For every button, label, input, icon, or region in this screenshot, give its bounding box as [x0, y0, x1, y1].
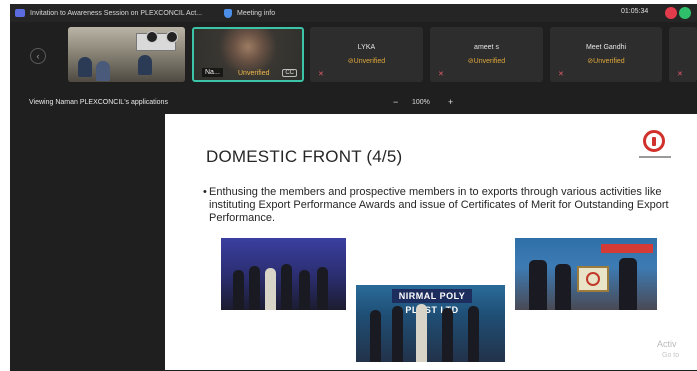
mic-off-icon: ✕	[438, 71, 444, 78]
participant-status: ⊘Unverified	[587, 58, 625, 65]
slide-bullet: • Enthusing the members and prospective …	[203, 186, 669, 225]
participant-status: ⊘Unverified	[347, 58, 386, 65]
camera-icon[interactable]	[146, 31, 158, 43]
title-bar: Invitation to Awareness Session on PLEXC…	[10, 4, 697, 22]
participant-status: Unverified	[238, 70, 270, 77]
zoom-in-button[interactable]: +	[448, 97, 453, 107]
photo-person	[265, 268, 276, 310]
participant-tile-lyka[interactable]: LYKA ⊘Unverified ✕	[310, 27, 423, 82]
photo-person	[281, 264, 292, 310]
photo-person	[392, 306, 403, 362]
certificate-seal	[586, 272, 600, 286]
bullet-mark: •	[203, 186, 207, 198]
room-person	[96, 61, 110, 81]
photo-person	[442, 308, 453, 362]
award-photo-nirmal: NIRMAL POLY PLAST LTD	[356, 285, 505, 362]
award-photo-stage	[221, 238, 346, 310]
logo-mark	[652, 137, 656, 146]
chevron-left-icon[interactable]: ‹	[30, 48, 46, 64]
os-activation-watermark-sub: Go to	[662, 352, 680, 359]
participant-tile-meet-gandhi[interactable]: Meet Gandhi ⊘Unverified ✕	[550, 27, 662, 82]
mic-off-icon: ✕	[318, 71, 324, 78]
participant-tile-active-speaker[interactable]: Na... Unverified CC	[192, 27, 304, 82]
teams-icon	[15, 9, 25, 17]
share-viewing-label: Viewing Naman PLEXCONCIL's applications	[29, 99, 168, 106]
photo-banner-text: NIRMAL POLY PLAST LTD	[392, 289, 472, 315]
screen-share-bar: Viewing Naman PLEXCONCIL's applications …	[10, 96, 697, 112]
meeting-window: Invitation to Awareness Session on PLEXC…	[10, 4, 697, 371]
share-indicator[interactable]	[679, 7, 691, 19]
zoom-out-button[interactable]: −	[393, 97, 398, 107]
photo-person	[299, 270, 310, 310]
participant-name: Na...	[202, 68, 223, 77]
os-activation-watermark: Activ	[657, 339, 677, 349]
room-person	[78, 57, 92, 77]
more-options-icon[interactable]	[166, 31, 178, 43]
photo-person	[233, 270, 244, 310]
participant-name: Meet Gandhi	[585, 44, 627, 51]
photo-person	[529, 260, 547, 310]
zoom-level: 100%	[412, 99, 430, 106]
photo-person	[249, 266, 260, 310]
photo-person	[468, 306, 479, 362]
photo-person	[619, 258, 637, 310]
photo-person	[416, 304, 427, 362]
meeting-info-button[interactable]: Meeting info	[237, 10, 275, 17]
participant-strip: ‹ Na... Unverified CC LYKA ⊘Unverified ✕	[10, 22, 697, 94]
photo-person	[555, 264, 571, 310]
participant-status: ⊘Unverified	[467, 58, 506, 65]
meeting-timer: 01:05:34	[621, 8, 649, 15]
participant-tile-video-room[interactable]	[68, 27, 185, 82]
room-person	[138, 55, 152, 75]
participant-name: LYKA	[357, 44, 376, 51]
award-photo-certificate	[515, 238, 657, 310]
app-root: Invitation to Awareness Session on PLEXC…	[0, 0, 697, 371]
mic-off-icon: ✕	[558, 71, 564, 78]
meeting-title: Invitation to Awareness Session on PLEXC…	[30, 9, 202, 17]
plexconcil-logo	[643, 130, 665, 152]
photo-person	[317, 267, 328, 310]
photo-person	[370, 310, 381, 362]
logo-caption	[639, 156, 671, 158]
record-indicator[interactable]	[665, 7, 677, 19]
participant-tile-partial[interactable]: ✕	[669, 27, 697, 82]
photo-banner	[601, 244, 653, 253]
mic-off-icon: ✕	[677, 71, 683, 78]
certificate-frame	[577, 266, 609, 292]
bullet-text: Enthusing the members and prospective me…	[209, 186, 669, 224]
shared-slide: DOMESTIC FRONT (4/5) • Enthusing the mem…	[165, 114, 697, 370]
captions-icon: CC	[282, 69, 297, 77]
slide-title: DOMESTIC FRONT (4/5)	[206, 147, 403, 166]
participant-tile-ameet[interactable]: ameet s ⊘Unverified ✕	[430, 27, 543, 82]
shield-icon[interactable]	[223, 8, 232, 18]
participant-name: ameet s	[474, 44, 499, 51]
